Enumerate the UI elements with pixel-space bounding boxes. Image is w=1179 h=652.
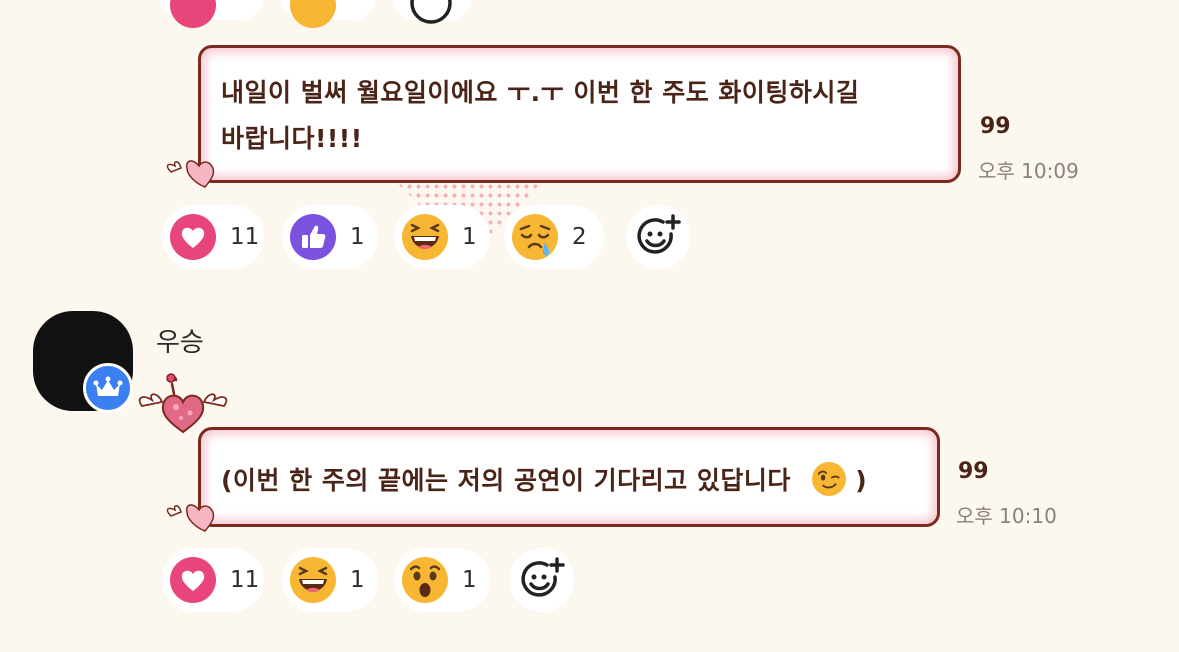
message-text-line1: (이번 한 주의 끝에는 저의 공연이 기다리고 있답니다 [221,466,791,495]
add-reaction-button[interactable] [510,548,574,612]
previous-add-reaction[interactable] [392,0,472,24]
reaction-count: 2 [572,224,587,250]
reaction-surprised[interactable]: 1 [394,548,490,612]
read-count: 99 [958,459,989,484]
reaction-crying[interactable]: 2 [504,205,604,269]
crying-face-icon [512,214,558,260]
heart-icon [170,557,216,603]
add-reaction-icon [637,214,681,254]
message-bubble[interactable]: (이번 한 주의 끝에는 저의 공연이 기다리고 있답니다 ) [198,427,940,527]
winking-face-icon [812,462,847,496]
read-count: 99 [980,114,1011,139]
laughing-face-icon [402,214,448,260]
add-reaction-icon [410,0,452,24]
reaction-count: 11 [230,224,260,250]
surprised-face-icon [402,557,448,603]
winged-heart-icon [166,160,215,188]
winged-heart-icon [166,504,215,532]
reaction-thumbs-up[interactable]: 1 [282,205,378,269]
reaction-laughing[interactable]: 1 [282,548,378,612]
heart-icon [170,0,216,28]
previous-reaction-heart[interactable] [160,0,264,28]
reaction-laughing[interactable]: 1 [394,205,490,269]
reaction-count: 1 [350,567,365,593]
author-name: 우승 [156,328,204,358]
message-text-line2: 바랍니다!!!! [221,124,363,153]
reaction-count: 1 [350,224,365,250]
heart-icon [170,214,216,260]
laughing-face-icon [290,0,336,28]
reaction-heart[interactable]: 11 [162,548,264,612]
message-bubble[interactable]: 내일이 벌써 월요일이에요 ㅜ.ㅜ 이번 한 주도 화이팅하시길 바랍니다!!!… [198,45,961,183]
reaction-count: 1 [462,567,477,593]
crown-badge [83,363,133,413]
reaction-count: 1 [462,224,477,250]
message-text: (이번 한 주의 끝에는 저의 공연이 기다리고 있답니다 ) [221,458,867,504]
message-time: 오후 10:09 [978,159,1079,183]
add-reaction-button[interactable] [626,205,690,269]
add-reaction-icon [521,557,565,597]
crown-icon [93,376,123,396]
previous-reaction-laugh[interactable] [280,0,376,28]
message-text-line1: 내일이 벌써 월요일이에요 ㅜ.ㅜ 이번 한 주도 화이팅하시길 [221,78,860,107]
thumbs-up-icon [290,214,336,260]
message-time: 오후 10:10 [956,504,1057,528]
reaction-count: 11 [230,567,260,593]
message-text-tail: ) [855,466,868,495]
laughing-face-icon [290,557,336,603]
reaction-heart[interactable]: 11 [162,205,264,269]
